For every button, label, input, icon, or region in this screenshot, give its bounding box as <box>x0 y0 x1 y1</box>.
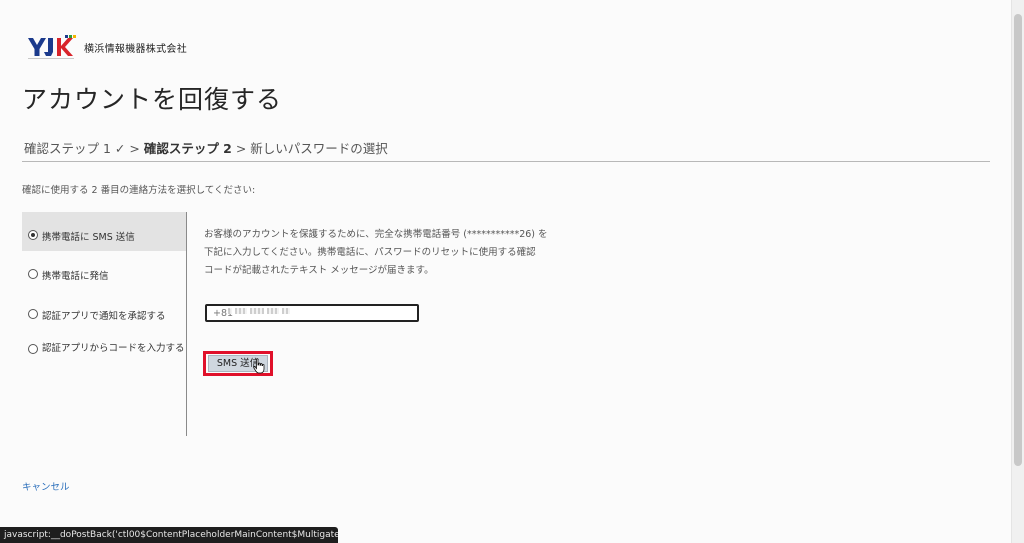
breadcrumb-step-3: > 新しいパスワードの選択 <box>235 141 388 156</box>
method-app-code[interactable]: 認証アプリからコードを入力する <box>22 331 186 371</box>
description-line: 下記に入力してください。携帯電話に、パスワードのリセットに使用する確認 <box>204 247 536 258</box>
company-logo: 横浜情報機器株式会社 <box>26 34 187 60</box>
method-call[interactable]: 携帯電話に発信 <box>22 251 186 291</box>
method-sms[interactable]: 携帯電話に SMS 送信 <box>22 212 186 251</box>
cancel-link[interactable]: キャンセル <box>22 479 70 493</box>
description-line: お客様のアカウントを保護するために、完全な携帯電話番号 (***********… <box>204 229 548 240</box>
hand-pointer-icon <box>253 358 265 374</box>
instruction-text: 確認に使用する 2 番目の連絡方法を選択してください: <box>22 185 256 196</box>
radio-button-icon[interactable] <box>28 309 38 319</box>
vertical-scrollbar[interactable] <box>1011 0 1024 543</box>
method-label: 認証アプリからコードを入力する <box>42 343 185 354</box>
breadcrumb-step-2: 確認ステップ 2 <box>143 141 232 156</box>
divider <box>22 161 990 162</box>
breadcrumb: 確認ステップ 1 ✓ > 確認ステップ 2 > 新しいパスワードの選択 <box>24 138 388 157</box>
breadcrumb-step-1: 確認ステップ 1 ✓ > <box>24 141 140 156</box>
logo-mark-icon <box>26 34 76 60</box>
browser-status-bar: javascript:__doPostBack('ctl00$ContentPl… <box>0 527 338 543</box>
radio-button-icon[interactable] <box>28 344 38 354</box>
radio-button-icon[interactable] <box>28 269 38 279</box>
description-line: コードが記載されたテキスト メッセージが届きます。 <box>204 265 434 276</box>
method-label: 携帯電話に発信 <box>42 271 109 282</box>
sms-description: お客様のアカウントを保護するために、完全な携帯電話番号 (***********… <box>204 226 564 280</box>
verification-method-list: 携帯電話に SMS 送信 携帯電話に発信 認証アプリで通知を承認する 認証アプリ… <box>22 212 187 436</box>
redacted-phone-digits <box>228 308 290 314</box>
radio-button-icon[interactable] <box>28 230 38 240</box>
page-title: アカウントを回復する <box>22 85 283 114</box>
company-name: 横浜情報機器株式会社 <box>84 43 187 55</box>
method-label: 携帯電話に SMS 送信 <box>42 232 135 243</box>
page: 横浜情報機器株式会社 アカウントを回復する 確認ステップ 1 ✓ > 確認ステッ… <box>0 0 1012 543</box>
method-app-notification[interactable]: 認証アプリで通知を承認する <box>22 291 186 331</box>
scrollbar-thumb[interactable] <box>1014 14 1022 466</box>
method-label: 認証アプリで通知を承認する <box>42 311 166 322</box>
